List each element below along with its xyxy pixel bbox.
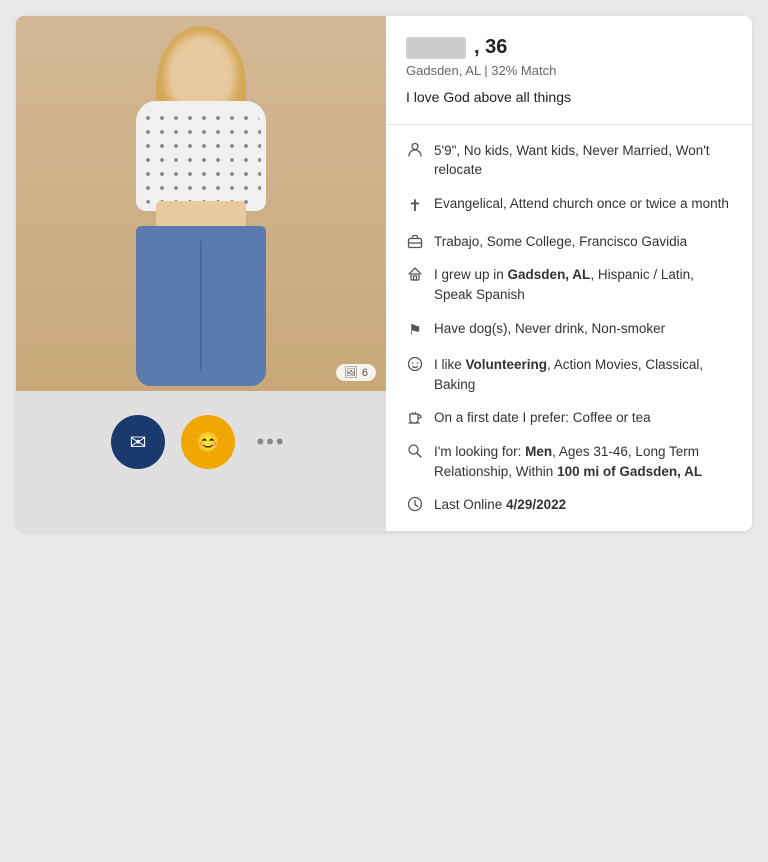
interests-text: I like Volunteering, Action Movies, Clas… (434, 355, 732, 394)
like-icon: 😊 (196, 430, 221, 455)
profile-tagline: I love God above all things (406, 88, 732, 108)
like-button[interactable]: 😊 (181, 415, 235, 469)
work-text: Trabajo, Some College, Francisco Gavidia (434, 232, 732, 252)
person-icon (406, 142, 424, 158)
detail-row-lifestyle: ⚑ Have dog(s), Never drink, Non-smoker (406, 319, 732, 342)
detail-row-firstdate: On a first date I prefer: Coffee or tea (406, 408, 732, 428)
profile-name-row: , 36 (406, 36, 732, 59)
right-panel: , 36 Gadsden, AL | 32% Match I love God … (386, 16, 752, 531)
profile-name-blurred (406, 37, 466, 59)
action-buttons: ✉ 😊 ••• (111, 391, 291, 489)
detail-row-interests: I like Volunteering, Action Movies, Clas… (406, 355, 732, 394)
lifestyle-text: Have dog(s), Never drink, Non-smoker (434, 319, 732, 339)
lookingfor-text: I'm looking for: Men, Ages 31-46, Long T… (434, 442, 732, 481)
detail-row-lookingfor: I'm looking for: Men, Ages 31-46, Long T… (406, 442, 732, 481)
smiley-icon (406, 356, 424, 372)
left-panel: 🖼 6 ✉ 😊 ••• (16, 16, 386, 531)
religion-text: Evangelical, Attend church once or twice… (434, 194, 732, 214)
more-button[interactable]: ••• (251, 422, 291, 462)
detail-row-hometown: I grew up in Gadsden, AL, Hispanic / Lat… (406, 265, 732, 304)
detail-row-stats: 5'9", No kids, Want kids, Never Married,… (406, 141, 732, 180)
firstdate-text: On a first date I prefer: Coffee or tea (434, 408, 732, 428)
message-button[interactable]: ✉ (111, 415, 165, 469)
profile-age: , 36 (474, 36, 507, 59)
message-icon: ✉ (130, 430, 147, 455)
detail-row-work: Trabajo, Some College, Francisco Gavidia (406, 232, 732, 252)
profile-location: Gadsden, AL | 32% Match (406, 63, 732, 78)
lastonline-text: Last Online 4/29/2022 (434, 495, 732, 515)
flag-icon: ⚑ (406, 320, 424, 342)
clock-icon (406, 496, 424, 512)
cup-icon (406, 409, 424, 425)
home-icon (406, 266, 424, 282)
hometown-text: I grew up in Gadsden, AL, Hispanic / Lat… (434, 265, 732, 304)
profile-photo: 🖼 6 (16, 16, 386, 391)
more-icon: ••• (256, 429, 285, 455)
cross-icon: ✝ (406, 195, 424, 218)
profile-header: , 36 Gadsden, AL | 32% Match I love God … (386, 16, 752, 125)
profile-card: 🖼 6 ✉ 😊 ••• , 36 Gadsden, AL | (16, 16, 752, 531)
briefcase-icon (406, 233, 424, 249)
stats-text: 5'9", No kids, Want kids, Never Married,… (434, 141, 732, 180)
detail-row-lastonline: Last Online 4/29/2022 (406, 495, 732, 515)
profile-details: 5'9", No kids, Want kids, Never Married,… (386, 125, 752, 531)
detail-row-religion: ✝ Evangelical, Attend church once or twi… (406, 194, 732, 218)
photo-counter: 🖼 6 (336, 364, 376, 381)
search-icon (406, 443, 424, 459)
